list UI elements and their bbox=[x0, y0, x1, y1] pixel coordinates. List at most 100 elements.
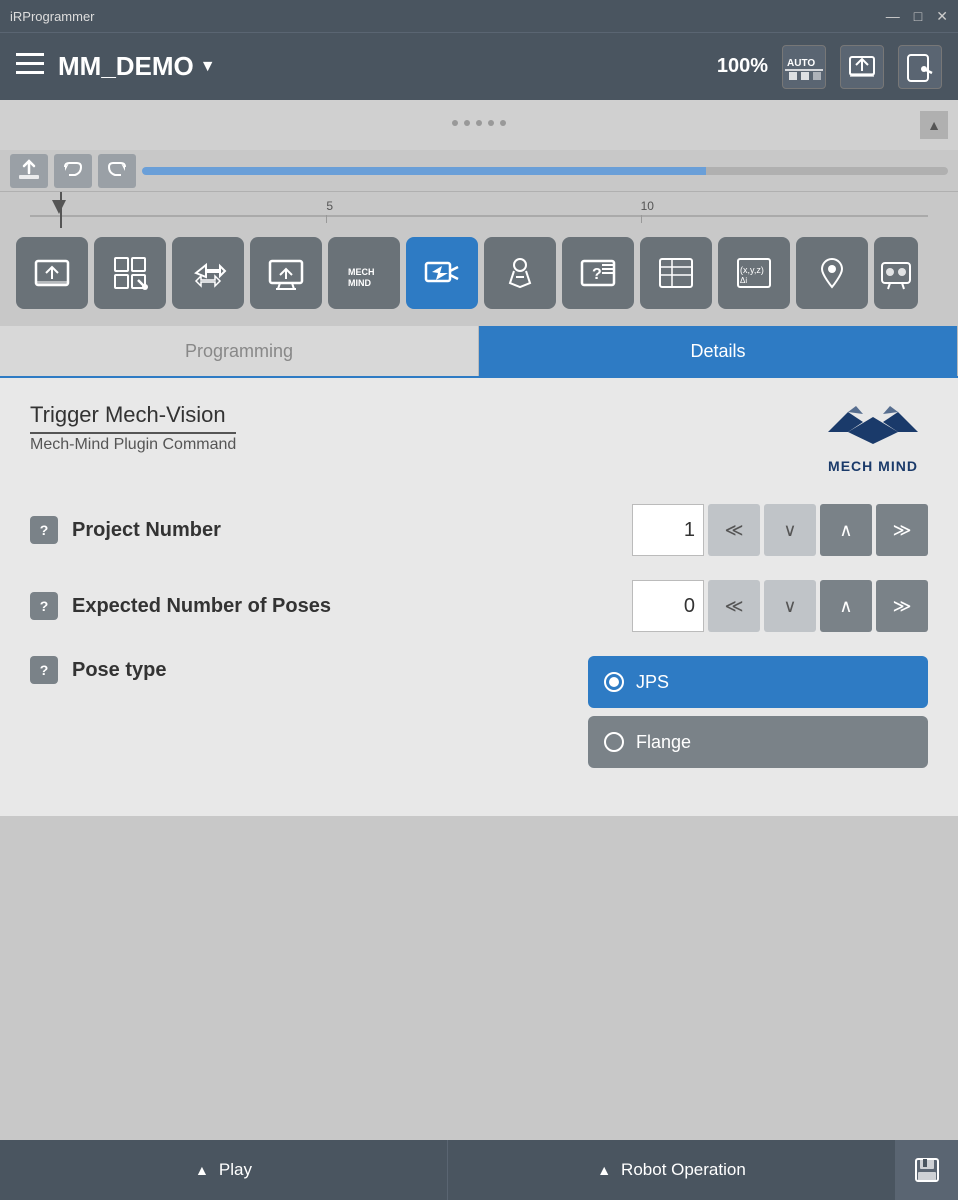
expected-poses-help-button[interactable]: ? bbox=[30, 592, 58, 620]
timeline-ruler: 5 10 bbox=[0, 192, 958, 228]
close-button[interactable]: ✕ bbox=[936, 8, 948, 25]
mech-mind-logo: MECH MIND bbox=[818, 402, 928, 474]
tab-programming[interactable]: Programming bbox=[0, 326, 479, 376]
save-button[interactable] bbox=[896, 1140, 958, 1200]
expected-poses-row: ? Expected Number of Poses 0 ≪ ∨ ∧ ≫ bbox=[30, 580, 928, 632]
expected-poses-increment-fast[interactable]: ≫ bbox=[876, 580, 928, 632]
app-title: iRProgrammer bbox=[10, 9, 95, 24]
steps-area: MECH MIND ? bbox=[0, 228, 958, 318]
play-button[interactable]: ▲ Play bbox=[0, 1140, 448, 1200]
radio-jps-icon bbox=[604, 672, 624, 692]
step-icon-10[interactable] bbox=[796, 237, 868, 309]
pose-option-flange-label: Flange bbox=[636, 732, 691, 753]
pose-type-label: Pose type bbox=[72, 659, 574, 682]
mech-mind-logo-icon bbox=[818, 402, 928, 454]
window-controls: — □ ✕ bbox=[886, 8, 948, 25]
timeline-needle bbox=[60, 192, 62, 228]
project-number-decrement-fast[interactable]: ≪ bbox=[708, 504, 760, 556]
step-icon-1[interactable] bbox=[94, 237, 166, 309]
save-icon bbox=[913, 1156, 941, 1184]
svg-text:(x,y,z): (x,y,z) bbox=[740, 265, 764, 275]
pose-option-jps-label: JPS bbox=[636, 672, 669, 693]
secondary-toolbar bbox=[0, 150, 958, 192]
mech-mind-text: MECH MIND bbox=[828, 458, 918, 474]
headerbar: MM_DEMO ▼ 100% AUTO bbox=[0, 32, 958, 100]
titlebar: iRProgrammer — □ ✕ bbox=[0, 0, 958, 32]
command-title-block: Trigger Mech-Vision Mech-Mind Plugin Com… bbox=[30, 402, 236, 454]
expected-poses-label: Expected Number of Poses bbox=[72, 595, 618, 618]
undo-button[interactable] bbox=[54, 154, 92, 188]
details-panel: Trigger Mech-Vision Mech-Mind Plugin Com… bbox=[0, 378, 958, 816]
drag-dot bbox=[476, 120, 482, 126]
project-number-row: ? Project Number 1 ≪ ∨ ∧ ≫ bbox=[30, 504, 928, 556]
project-number-label: Project Number bbox=[72, 519, 618, 542]
drag-dot bbox=[488, 120, 494, 126]
project-number-controls: 1 ≪ ∨ ∧ ≫ bbox=[632, 504, 928, 556]
redo-button[interactable] bbox=[98, 154, 136, 188]
step-icon-mechmind[interactable]: MECH MIND bbox=[328, 237, 400, 309]
project-dropdown-icon[interactable]: ▼ bbox=[200, 58, 216, 76]
step-icon-9[interactable]: (x,y,z) Δi bbox=[718, 237, 790, 309]
play-label: Play bbox=[219, 1160, 252, 1180]
timeline-progress-bar bbox=[142, 167, 948, 175]
expected-poses-increment[interactable]: ∧ bbox=[820, 580, 872, 632]
toolbar-spacer bbox=[142, 167, 948, 175]
load-button[interactable] bbox=[840, 45, 884, 89]
project-number-value: 1 bbox=[632, 504, 704, 556]
minimize-button[interactable]: — bbox=[886, 8, 900, 24]
tab-bar: Programming Details bbox=[0, 326, 958, 378]
tab-programming-label: Programming bbox=[185, 341, 293, 362]
toolbar-drag-area: ▲ bbox=[0, 100, 958, 150]
project-number-increment[interactable]: ∧ bbox=[820, 504, 872, 556]
expected-poses-decrement[interactable]: ∨ bbox=[764, 580, 816, 632]
header-right: 100% AUTO bbox=[717, 45, 942, 89]
step-icon-2[interactable] bbox=[172, 237, 244, 309]
project-name-text: MM_DEMO bbox=[58, 51, 194, 82]
expected-poses-value: 0 bbox=[632, 580, 704, 632]
play-icon: ▲ bbox=[195, 1162, 209, 1178]
project-number-decrement[interactable]: ∨ bbox=[764, 504, 816, 556]
robot-operation-button[interactable]: ▲ Robot Operation bbox=[448, 1140, 896, 1200]
svg-text:AUTO: AUTO bbox=[787, 58, 815, 69]
robot-operation-label: Robot Operation bbox=[621, 1160, 746, 1180]
expected-poses-controls: 0 ≪ ∨ ∧ ≫ bbox=[632, 580, 928, 632]
pose-option-flange[interactable]: Flange bbox=[588, 716, 928, 768]
step-icon-0[interactable] bbox=[16, 237, 88, 309]
speed-label: 100% bbox=[717, 55, 768, 78]
svg-text:MIND: MIND bbox=[348, 278, 371, 288]
ruler-marker-5: 5 bbox=[326, 199, 333, 213]
project-number-help-button[interactable]: ? bbox=[30, 516, 58, 544]
project-number-increment-fast[interactable]: ≫ bbox=[876, 504, 928, 556]
pose-type-help-button[interactable]: ? bbox=[30, 656, 58, 684]
step-icon-11[interactable] bbox=[874, 237, 918, 309]
maximize-button[interactable]: □ bbox=[914, 8, 922, 24]
command-header: Trigger Mech-Vision Mech-Mind Plugin Com… bbox=[30, 402, 928, 474]
svg-text:?: ? bbox=[592, 266, 602, 283]
upload-button[interactable] bbox=[10, 154, 48, 188]
step-icon-6[interactable] bbox=[484, 237, 556, 309]
pose-type-section: ? Pose type JPS Flange bbox=[30, 656, 928, 768]
step-icon-trigger[interactable] bbox=[406, 237, 478, 309]
header-left: MM_DEMO ▼ bbox=[16, 51, 216, 82]
drag-dot bbox=[452, 120, 458, 126]
drag-dot bbox=[464, 120, 470, 126]
ruler-tick-5 bbox=[326, 215, 327, 223]
step-icon-3[interactable] bbox=[250, 237, 322, 309]
expected-poses-decrement-fast[interactable]: ≪ bbox=[708, 580, 760, 632]
ruler-marker-10: 10 bbox=[641, 199, 654, 213]
menu-icon[interactable] bbox=[16, 53, 44, 81]
touch-button[interactable] bbox=[898, 45, 942, 89]
bottom-bar: ▲ Play ▲ Robot Operation bbox=[0, 1140, 958, 1200]
collapse-button[interactable]: ▲ bbox=[920, 111, 948, 139]
tab-details[interactable]: Details bbox=[479, 326, 958, 376]
auto-mode-button[interactable]: AUTO bbox=[782, 45, 826, 89]
step-icon-7[interactable]: ? bbox=[562, 237, 634, 309]
svg-text:MECH: MECH bbox=[348, 267, 375, 277]
pose-option-jps[interactable]: JPS bbox=[588, 656, 928, 708]
drag-dot bbox=[500, 120, 506, 126]
robot-operation-icon: ▲ bbox=[597, 1162, 611, 1178]
tab-details-label: Details bbox=[690, 341, 745, 362]
pose-type-label-block: ? Pose type bbox=[30, 656, 574, 684]
ruler-tick-10 bbox=[641, 215, 642, 223]
step-icon-8[interactable] bbox=[640, 237, 712, 309]
